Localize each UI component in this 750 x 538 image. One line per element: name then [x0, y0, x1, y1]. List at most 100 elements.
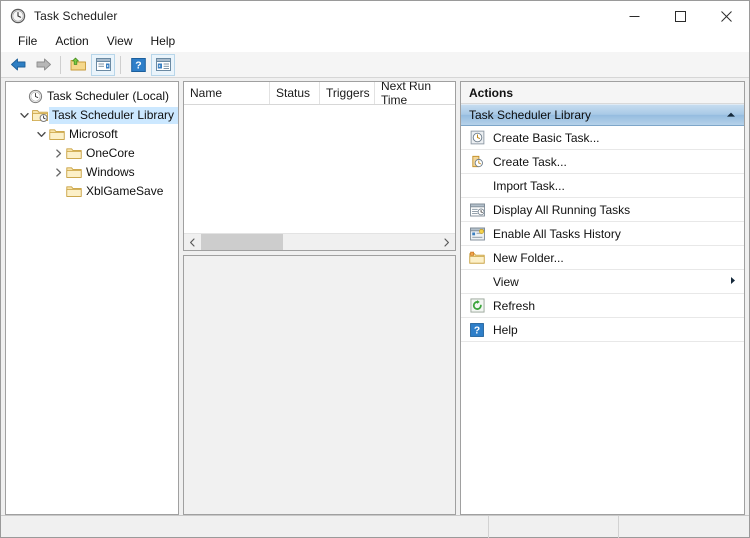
actions-pane: Actions Task Scheduler Library Create Ba	[460, 81, 745, 515]
action-import-task[interactable]: Import Task...	[461, 174, 744, 198]
action-label: Create Task...	[493, 154, 567, 169]
properties-icon[interactable]	[91, 53, 115, 76]
task-scheduler-window: Task Scheduler File Action View Help ? T…	[0, 0, 750, 538]
new-folder-icon	[469, 250, 485, 266]
center-column: Name Status Triggers Next Run Time	[183, 81, 456, 515]
action-label: Refresh	[493, 298, 536, 313]
title-bar-left: Task Scheduler	[1, 8, 117, 24]
toolbar-separator-2	[120, 55, 121, 74]
action-label: Display All Running Tasks	[493, 202, 631, 217]
task-list-horizontal-scrollbar[interactable]	[184, 233, 455, 250]
no-icon	[469, 274, 485, 290]
folder-icon	[66, 146, 82, 162]
tree-item-label: OneCore	[86, 146, 135, 160]
console-tree-pane: Task Scheduler (Local) Task Scheduler Li…	[5, 81, 179, 515]
main-body: Task Scheduler (Local) Task Scheduler Li…	[1, 78, 749, 515]
tree-item-label: XblGameSave	[86, 184, 164, 198]
folder-icon	[66, 165, 82, 181]
menu-help[interactable]: Help	[142, 32, 185, 51]
create-basic-task-icon	[469, 130, 485, 146]
tree-item-onecore[interactable]: OneCore	[6, 144, 178, 163]
refresh-icon	[469, 298, 485, 314]
action-label: New Folder...	[493, 250, 564, 265]
scrollbar-track[interactable]	[201, 233, 438, 250]
tree-item-task-scheduler-local[interactable]: Task Scheduler (Local)	[6, 87, 178, 106]
chevron-up-icon[interactable]	[726, 111, 736, 120]
minimize-button[interactable]	[611, 1, 657, 31]
action-help[interactable]: ? Help	[461, 318, 744, 342]
history-icon	[469, 226, 485, 242]
status-cell-1	[1, 515, 489, 538]
action-label: Import Task...	[493, 178, 565, 193]
submenu-arrow-icon	[730, 276, 736, 287]
action-create-task[interactable]: Create Task...	[461, 150, 744, 174]
tree-item-task-scheduler-library[interactable]: Task Scheduler Library	[6, 106, 178, 125]
toolbar: ?	[1, 52, 749, 78]
library-folder-icon	[32, 108, 48, 124]
action-label: Help	[493, 322, 518, 337]
maximize-button[interactable]	[657, 1, 703, 31]
new-folder-icon[interactable]	[66, 54, 90, 76]
column-header-next-run-time[interactable]: Next Run Time	[375, 82, 455, 107]
column-header-triggers[interactable]: Triggers	[320, 82, 375, 104]
folder-icon	[49, 127, 65, 143]
close-button[interactable]	[703, 1, 749, 31]
menu-file[interactable]: File	[9, 32, 46, 51]
tree-item-label: Microsoft	[69, 127, 118, 141]
forward-arrow-icon[interactable]	[31, 54, 55, 76]
running-tasks-icon	[469, 202, 485, 218]
action-create-basic-task[interactable]: Create Basic Task...	[461, 126, 744, 150]
chevron-left-icon[interactable]	[184, 234, 201, 251]
svg-text:?: ?	[135, 59, 141, 71]
task-list-body[interactable]	[184, 105, 455, 233]
chevron-right-icon[interactable]	[50, 165, 66, 181]
folder-icon	[66, 184, 82, 200]
action-view[interactable]: View	[461, 270, 744, 294]
show-action-pane-icon[interactable]	[151, 53, 175, 76]
tree-item-label: Task Scheduler Library	[49, 107, 178, 124]
task-list-pane: Name Status Triggers Next Run Time	[183, 81, 456, 251]
status-bar	[1, 515, 749, 538]
action-label: View	[493, 274, 519, 289]
tree-item-windows[interactable]: Windows	[6, 163, 178, 182]
title-bar: Task Scheduler	[1, 1, 749, 31]
no-icon	[469, 178, 485, 194]
chevron-right-icon[interactable]	[50, 146, 66, 162]
svg-text:?: ?	[474, 325, 480, 336]
menu-view[interactable]: View	[98, 32, 142, 51]
action-refresh[interactable]: Refresh	[461, 294, 744, 318]
chevron-down-icon[interactable]	[33, 127, 49, 143]
window-title: Task Scheduler	[34, 9, 118, 23]
action-label: Enable All Tasks History	[493, 226, 621, 241]
task-list-header: Name Status Triggers Next Run Time	[184, 82, 455, 107]
column-header-name[interactable]: Name	[184, 82, 270, 104]
tree-item-label: Task Scheduler (Local)	[47, 89, 170, 103]
toolbar-separator	[60, 55, 61, 74]
actions-section-header[interactable]: Task Scheduler Library	[461, 104, 744, 126]
tree-item-microsoft[interactable]: Microsoft	[6, 125, 178, 144]
action-enable-all-tasks-history[interactable]: Enable All Tasks History	[461, 222, 744, 246]
chevron-down-icon[interactable]	[16, 108, 32, 124]
scrollbar-thumb[interactable]	[201, 233, 283, 250]
tree-item-xblgamesave[interactable]: XblGameSave	[6, 182, 178, 201]
menu-bar: File Action View Help	[1, 31, 749, 52]
action-new-folder[interactable]: New Folder...	[461, 246, 744, 270]
action-label: Create Basic Task...	[493, 130, 600, 145]
column-header-status[interactable]: Status	[270, 82, 320, 104]
actions-pane-title: Actions	[461, 82, 744, 104]
action-display-all-running-tasks[interactable]: Display All Running Tasks	[461, 198, 744, 222]
status-cell-2	[489, 515, 619, 538]
create-task-icon	[469, 154, 485, 170]
back-arrow-icon[interactable]	[6, 54, 30, 76]
actions-section-label: Task Scheduler Library	[469, 108, 592, 122]
task-detail-pane	[183, 255, 456, 515]
tree-item-label: Windows	[86, 165, 135, 179]
chevron-right-icon[interactable]	[438, 234, 455, 251]
help-icon[interactable]: ?	[126, 54, 150, 76]
clock-icon	[10, 8, 26, 24]
help-icon: ?	[469, 322, 485, 338]
menu-action[interactable]: Action	[46, 32, 97, 51]
window-controls	[611, 1, 749, 31]
